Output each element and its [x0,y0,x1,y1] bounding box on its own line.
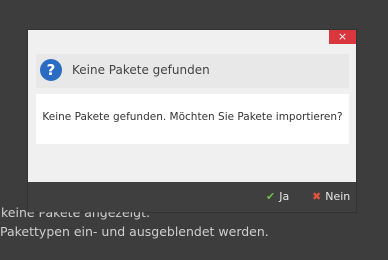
app-backdrop: keine Pakete angezeigt. Pakettypen ein- … [0,0,388,260]
close-button[interactable]: × [329,30,356,44]
dialog-header: ? Keine Pakete gefunden [36,54,349,88]
confirm-dialog: × ? Keine Pakete gefunden Keine Pakete g… [28,30,356,212]
close-icon: × [337,30,348,43]
question-icon: ? [40,59,62,81]
checkmark-icon: ✔ [266,190,276,203]
dialog-content: Keine Pakete gefunden. Möchten Sie Paket… [36,94,349,144]
background-text-line-2: Pakettypen ein- und ausgeblendet werden. [0,224,269,239]
cross-icon: ✖ [312,190,322,203]
no-button[interactable]: ✖ Nein [312,190,350,204]
yes-button[interactable]: ✔ Ja [266,190,289,204]
dialog-footer: ✔ Ja ✖ Nein [28,182,356,212]
yes-button-label: Ja [279,190,290,203]
dialog-message: Keine Pakete gefunden. Möchten Sie Paket… [42,111,343,123]
dialog-title: Keine Pakete gefunden [72,63,210,77]
no-button-label: Nein [325,190,351,203]
